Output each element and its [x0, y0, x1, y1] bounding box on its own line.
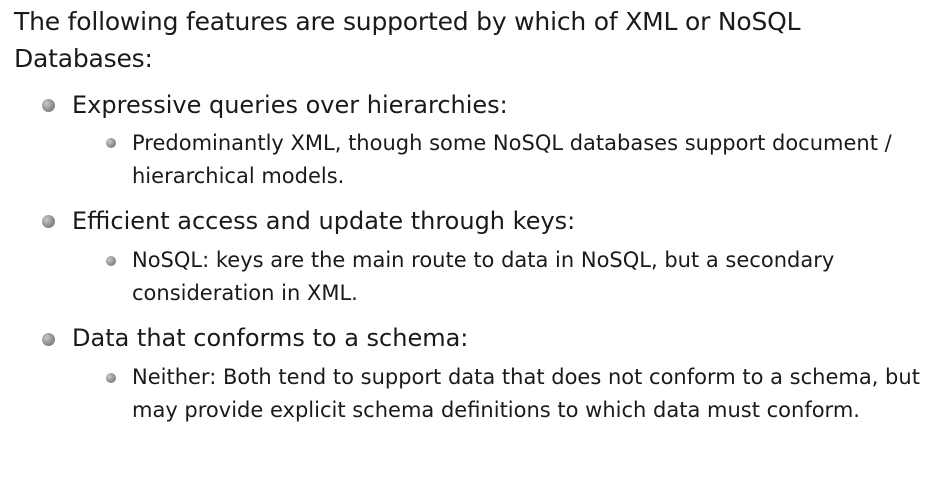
bullet-heading: Efficient access and update through keys… — [72, 207, 576, 235]
slide-intro: The following features are supported by … — [14, 7, 801, 73]
bullet-detail: Predominantly XML, though some NoSQL dat… — [132, 131, 892, 188]
bullet-icon — [42, 99, 55, 112]
bullet-icon — [42, 215, 55, 228]
slide: The following features are supported by … — [0, 0, 939, 497]
bullet-detail: Neither: Both tend to support data that … — [132, 365, 920, 422]
bullet-heading: Data that conforms to a schema: — [72, 324, 469, 352]
bullet-heading: Expressive queries over hierarchies: — [72, 91, 508, 119]
sub-bullet-icon — [106, 373, 116, 383]
bullet-icon — [42, 333, 55, 346]
sub-bullet-icon — [106, 256, 116, 266]
bullet-detail: NoSQL: keys are the main route to data i… — [132, 248, 835, 305]
sub-bullet-icon — [106, 138, 116, 148]
